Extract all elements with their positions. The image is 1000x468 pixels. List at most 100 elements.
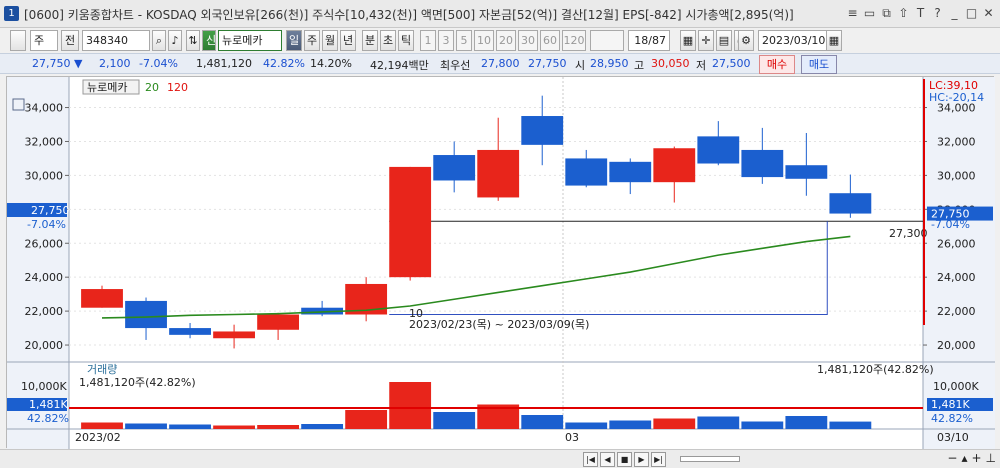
x-axis-label-end: 03/10 [937,431,969,444]
volume-value-left: 1,481,120주(42.82%) [79,376,196,389]
interval-custom-select[interactable] [590,30,624,51]
y-tick-label-left: 20,000 [25,339,64,352]
y-tick-label-right: 22,000 [937,305,976,318]
chart-scroll-controls: |◀ ◀ ■ ▶ ▶| [583,452,666,467]
open-price: 28,950 [590,57,629,70]
date-input[interactable]: 2023/03/10 [758,30,828,51]
crosshair-icon[interactable]: ✛ [698,30,714,51]
volume-bar [785,416,828,429]
stop-icon[interactable]: ■ [617,452,632,467]
candle-body [785,165,828,179]
maximize-icon[interactable]: □ [964,4,979,22]
interval-60[interactable]: 60 [540,30,560,51]
y-tick-label-right: 24,000 [937,271,976,284]
period-tab-year[interactable]: 년 [340,30,356,51]
candle-body [169,328,211,335]
y-tick-label-right: 32,000 [937,135,976,148]
legend-stock-name: 뉴로메카 [87,81,127,94]
period-tab-second[interactable]: 초 [380,30,396,51]
price-info-row: 27,750 ▼ 2,100 -7.04% 1,481,120 42.82% 1… [0,53,1000,74]
volume-pct-right: 42.82% [931,412,973,425]
high-label: 고 [634,59,645,72]
interval-120[interactable]: 120 [562,30,586,51]
high-price: 30,050 [651,57,690,70]
stock-code-input[interactable]: 348340 [82,30,150,51]
text-icon[interactable]: T [913,4,928,22]
volume-bar [81,422,123,429]
shin-badge: 신 [202,30,216,51]
menu-icon[interactable]: ≡ [845,4,860,22]
open-label: 시 [575,59,586,72]
grid-icon[interactable]: ▦ [680,30,696,51]
period-tab-tick[interactable]: 틱 [398,30,414,51]
y-tick-label-right: 30,000 [937,169,976,182]
candle-body [433,155,476,181]
calendar-icon[interactable]: ▦ [826,30,842,51]
save-icon[interactable]: ▤ [716,30,732,51]
y-tick-label-left: 32,000 [25,135,64,148]
candle-body [653,148,696,183]
stock-name-field: 뉴로메카 [218,30,282,51]
x-axis-label-start: 2023/02 [75,431,121,444]
restore-icon[interactable]: ▭ [862,4,877,22]
zoom-out-icon[interactable]: − [947,451,957,465]
volume-bar [125,423,167,429]
legend-ma120: 120 [167,81,188,94]
volume-pct-left: 42.82% [27,412,69,425]
period-tab-minute[interactable]: 분 [362,30,378,51]
period-tab-month[interactable]: 월 [322,30,338,51]
y-tick-label-left: 26,000 [25,237,64,250]
interval-20[interactable]: 20 [496,30,516,51]
volume-value-right: 1,481,120주(42.82%) [817,363,934,376]
trade-amount: 42,194백만 [370,59,429,72]
last-page-icon[interactable]: ▶| [651,452,666,467]
volume-bar [609,420,652,429]
volume-bar [169,424,211,429]
layout-toggle-button[interactable] [10,30,26,51]
volume-bar [389,382,432,429]
zoom-reset-icon[interactable]: ▴ [961,451,967,465]
change-rate: -7.04% [139,57,178,70]
page-ratio-field[interactable]: 18/87 [628,30,670,51]
minimize-icon[interactable]: _ [947,4,962,22]
period-tab-day[interactable]: 일 [286,30,302,51]
cascade-icon[interactable]: ⧉ [879,4,894,22]
speaker-icon[interactable]: ♪ [168,30,182,51]
volume-bar [301,424,344,429]
gear-icon[interactable]: ⚙ [738,30,754,51]
volume-bar [433,412,476,429]
close-icon[interactable]: ✕ [981,4,996,22]
chart-settings-icon[interactable]: ⊥ [986,451,996,465]
help-icon[interactable]: ? [930,4,945,22]
best-quote-label: 최우선 [440,59,471,72]
prev-button[interactable]: 전 [61,30,79,51]
interval-10[interactable]: 10 [474,30,494,51]
interval-1[interactable]: 1 [420,30,436,51]
zoom-in-icon[interactable]: + [971,451,981,465]
period-tab-week[interactable]: 주 [304,30,320,51]
candlestick-chart[interactable]: 20,00022,00024,00026,00028,00030,00032,0… [7,77,995,449]
buy-button[interactable]: 매수 [759,55,795,74]
sort-icon[interactable]: ⇅ [186,30,200,51]
candle-body [609,161,652,183]
volume-bar [521,415,564,429]
first-page-icon[interactable]: |◀ [583,452,598,467]
market-select[interactable]: 주 [30,30,58,51]
interval-5[interactable]: 5 [456,30,472,51]
search-icon[interactable]: ⌕ [152,30,166,51]
link-icon[interactable]: ⇧ [896,4,911,22]
chart-panel[interactable]: 20,00022,00024,00026,00028,00030,00032,0… [6,76,995,449]
interval-30[interactable]: 30 [518,30,538,51]
prev-page-icon[interactable]: ◀ [600,452,615,467]
chart-scrollbar[interactable] [680,456,740,462]
candle-body [213,331,255,339]
y-tick-label-right: 26,000 [937,237,976,250]
interval-3[interactable]: 3 [438,30,454,51]
window-title-bar: 1 [0600] 키움종합차트 - KOSDAQ 외국인보유[266(천)] 주… [0,0,1000,28]
candle-body [81,289,123,308]
sell-button[interactable]: 매도 [801,55,837,74]
x-axis-label-mid: 03 [565,431,579,444]
next-page-icon[interactable]: ▶ [634,452,649,467]
range-date-label: 2023/02/23(목) ~ 2023/03/09(목) [409,318,589,331]
volume-bar [653,418,696,429]
